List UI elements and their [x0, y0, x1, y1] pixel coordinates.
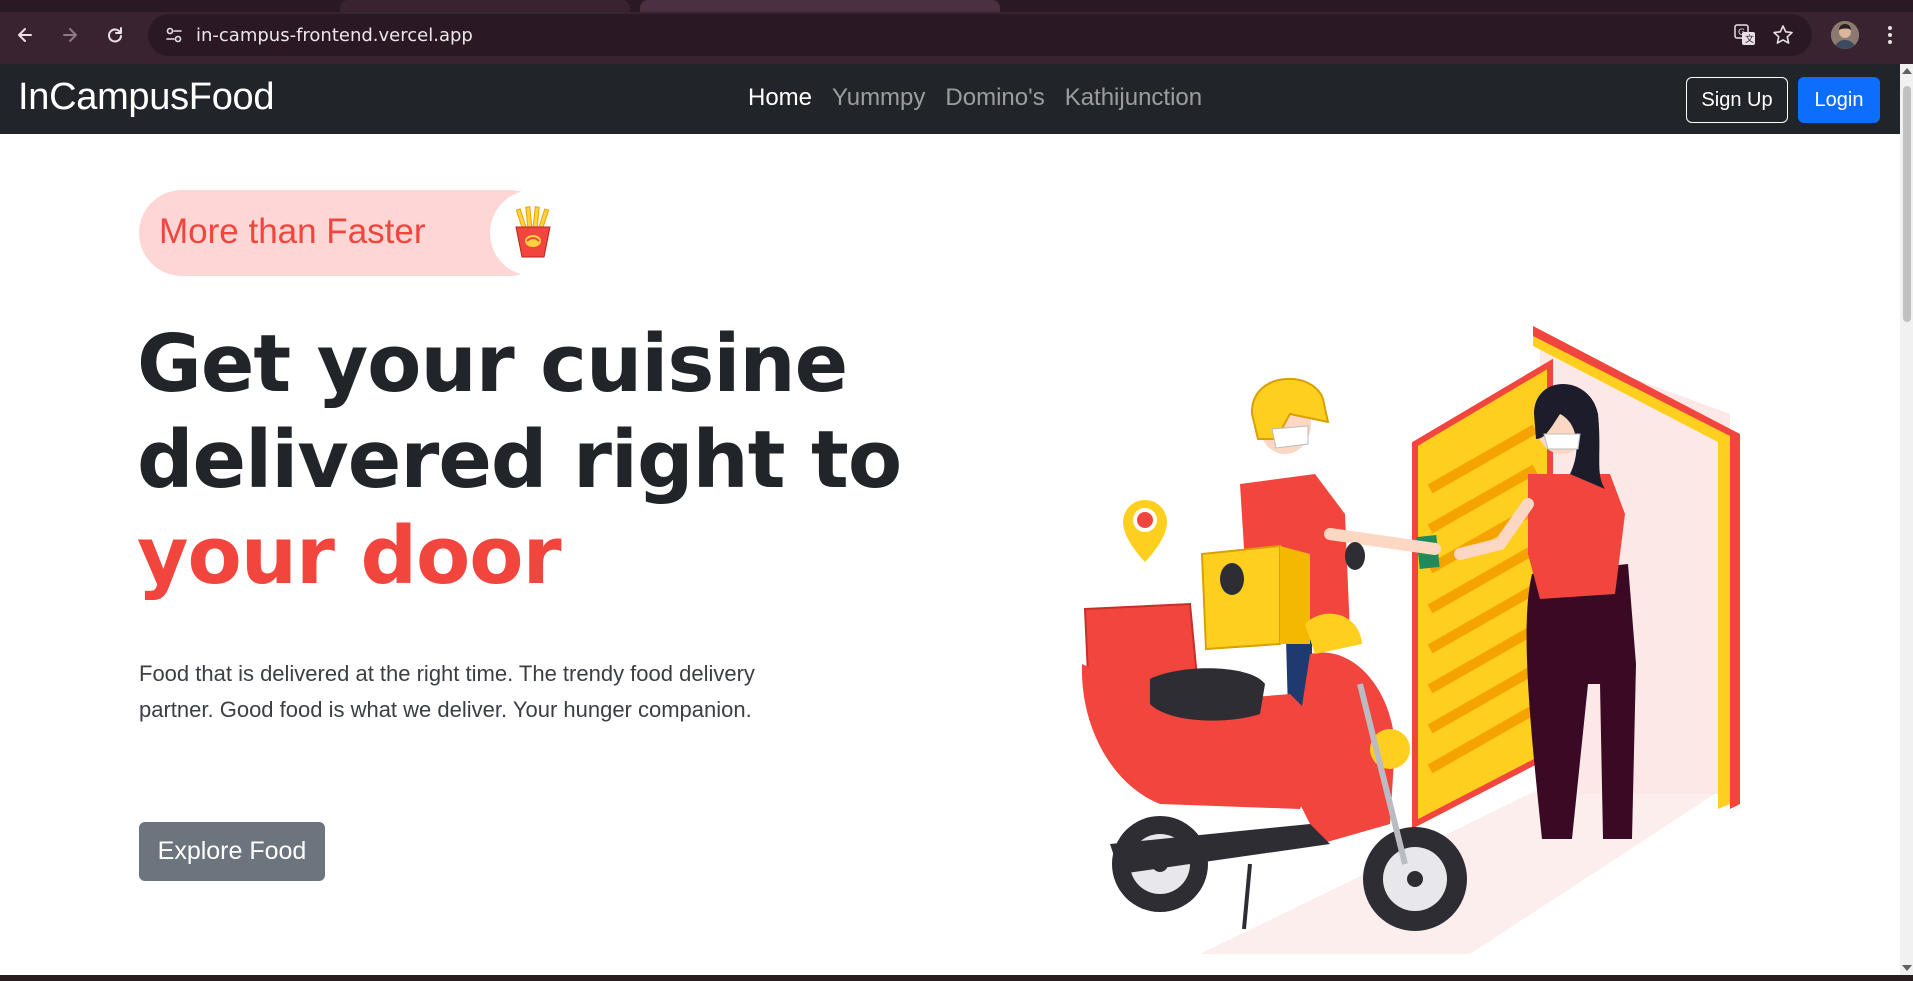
- browser-chrome: in-campus-frontend.vercel.app G文: [0, 0, 1913, 64]
- reload-icon[interactable]: [100, 20, 130, 50]
- hero-title-line-2: delivered right to: [137, 414, 902, 506]
- hero-title: Get your cuisine delivered right to your…: [137, 316, 902, 604]
- nav-link-home[interactable]: Home: [748, 84, 812, 112]
- signup-button[interactable]: Sign Up: [1686, 77, 1788, 123]
- kebab-menu-icon[interactable]: [1878, 20, 1902, 50]
- scrollbar-thumb[interactable]: [1903, 86, 1911, 322]
- nav-link-dominos[interactable]: Domino's: [945, 84, 1044, 112]
- explore-food-button[interactable]: Explore Food: [139, 822, 325, 881]
- star-icon[interactable]: [1768, 20, 1798, 50]
- fries-icon: [490, 190, 576, 276]
- nav-link-kathijunction[interactable]: Kathijunction: [1065, 84, 1202, 112]
- nav-link-yummpy[interactable]: Yummpy: [832, 84, 925, 112]
- nav-links: Home Yummpy Domino's Kathijunction: [748, 84, 1222, 112]
- scroll-down-arrow-icon[interactable]: [1902, 965, 1912, 971]
- page-scrollbar[interactable]: [1900, 64, 1913, 975]
- site-settings-icon[interactable]: [154, 14, 194, 56]
- delivery-illustration: [1050, 264, 1750, 964]
- badge-text: More than Faster: [159, 212, 426, 251]
- address-bar[interactable]: in-campus-frontend.vercel.app: [148, 14, 1812, 56]
- profile-avatar[interactable]: [1831, 21, 1859, 49]
- active-tab[interactable]: [340, 0, 630, 12]
- brand-logo[interactable]: InCampusFood: [18, 76, 275, 119]
- tab-strip: [0, 0, 1913, 12]
- svg-text:文: 文: [1745, 33, 1754, 45]
- bottom-edge: [0, 975, 1913, 981]
- translate-icon[interactable]: G文: [1730, 20, 1760, 50]
- page-viewport: InCampusFood Home Yummpy Domino's Kathij…: [0, 64, 1900, 975]
- url-text[interactable]: in-campus-frontend.vercel.app: [196, 25, 473, 46]
- scroll-up-arrow-icon[interactable]: [1902, 68, 1912, 74]
- inactive-tab[interactable]: [640, 0, 1000, 12]
- forward-arrow-icon[interactable]: [55, 20, 85, 50]
- hero-description: Food that is delivered at the right time…: [139, 661, 755, 722]
- hero-title-line-1: Get your cuisine: [137, 318, 848, 410]
- login-button[interactable]: Login: [1798, 77, 1880, 123]
- site-navbar: InCampusFood Home Yummpy Domino's Kathij…: [0, 64, 1900, 134]
- back-arrow-icon[interactable]: [10, 20, 40, 50]
- tagline-badge: More than Faster: [139, 190, 576, 276]
- hero-title-accent: your door: [137, 510, 562, 602]
